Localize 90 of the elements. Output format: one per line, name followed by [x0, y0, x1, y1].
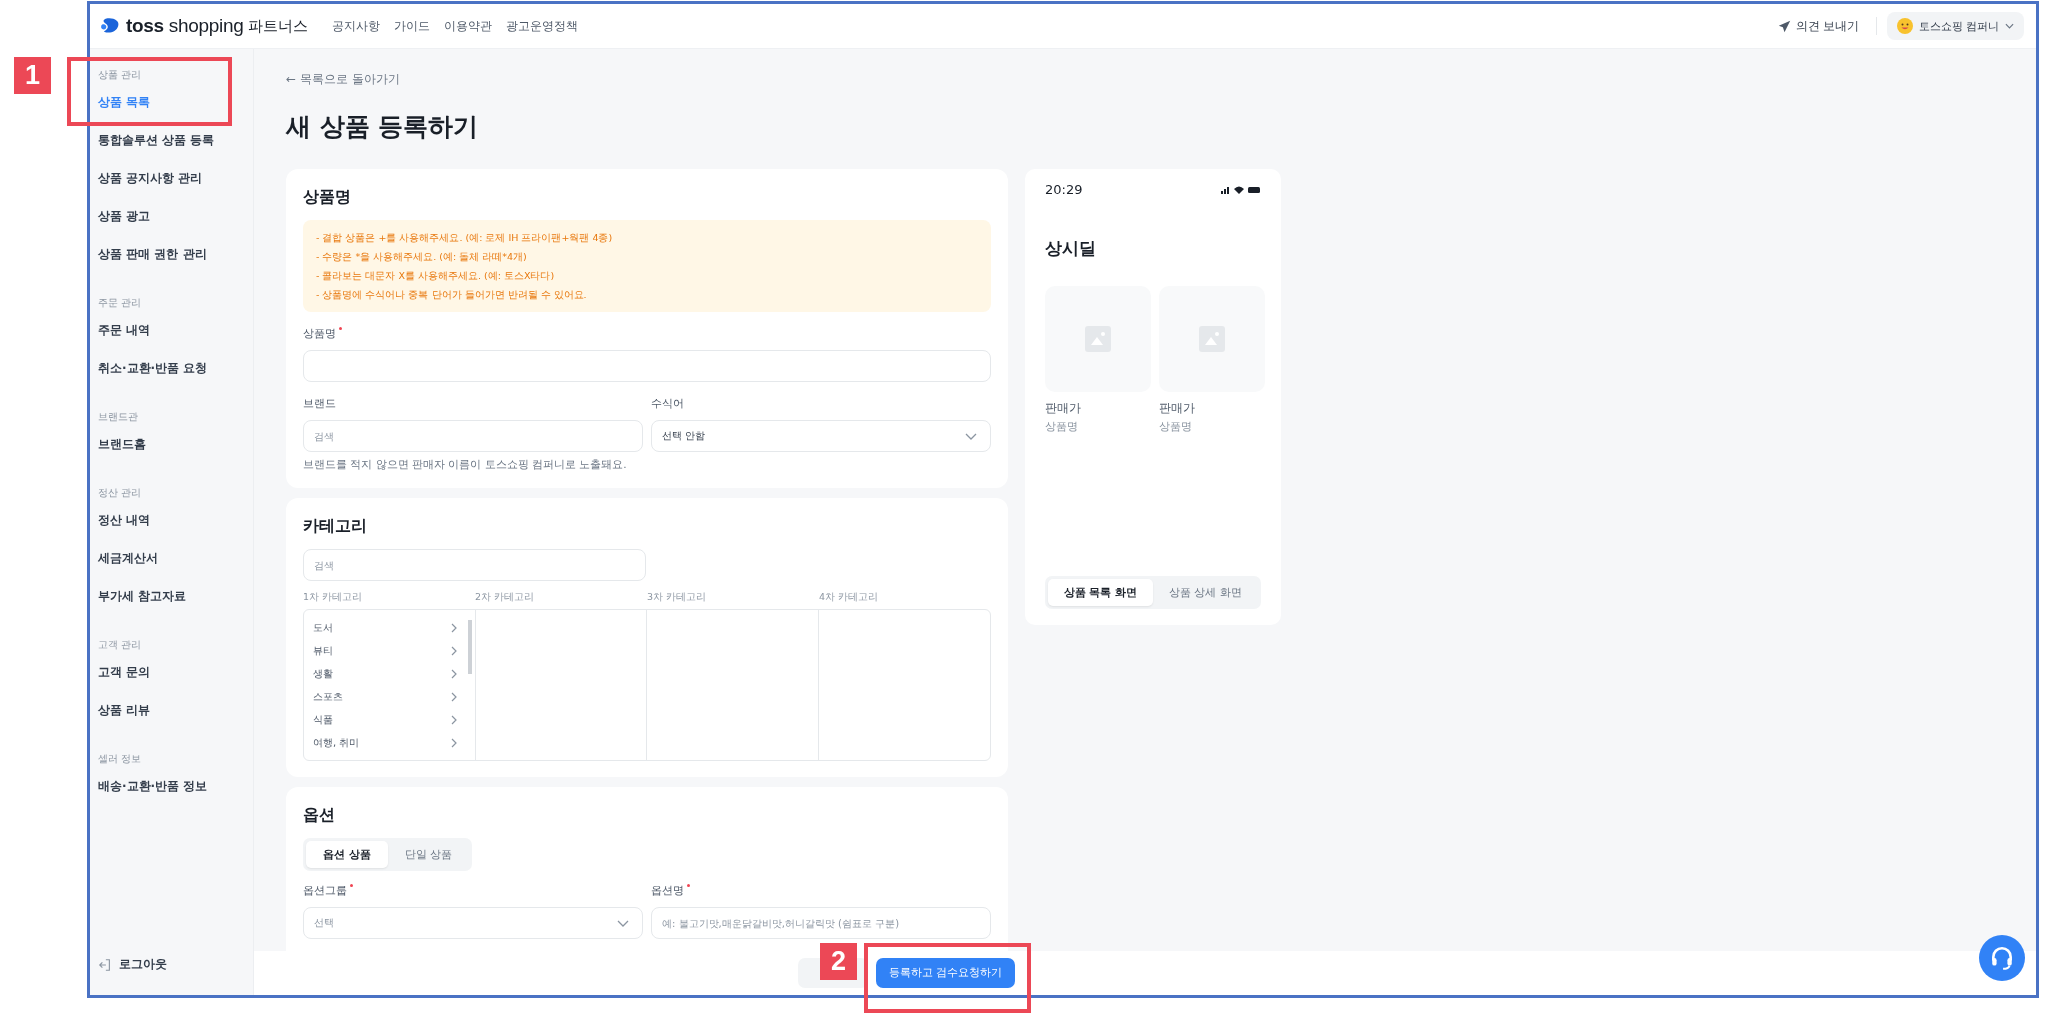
step-number: 1 — [14, 57, 51, 94]
nav-link[interactable]: 가이드 — [393, 17, 430, 35]
column-heading: 4차 카테고리 — [819, 591, 880, 604]
chevron-down-icon — [2005, 23, 2014, 29]
sidebar-item[interactable]: 세금계산서 — [98, 550, 253, 588]
select-field[interactable]: 선택 안함 — [651, 420, 991, 452]
chevron-right-icon — [450, 645, 457, 656]
field-label: 옵션그룹 — [303, 883, 347, 898]
sidebar-item[interactable]: 정산 내역 — [98, 512, 253, 550]
sidebar-item[interactable]: 상품 리뷰 — [98, 702, 253, 726]
field-label: 옵션명 — [651, 883, 684, 898]
section-heading: 카테고리 — [303, 516, 368, 537]
status-icons-drawing — [1221, 184, 1261, 195]
nav-link[interactable]: 광고운영정책 — [505, 17, 578, 35]
chevron-down-icon — [617, 919, 629, 927]
sidebar-section-title: 주문 관리 — [98, 296, 143, 310]
logo-suffix: 파트너스 — [247, 16, 308, 36]
product-name: 상품명 — [1159, 420, 1193, 434]
sidebar-item[interactable]: 통합솔루션 상품 등록 — [98, 132, 253, 170]
product-name: 상품명 — [1045, 420, 1079, 434]
smiley-icon — [1896, 18, 1913, 34]
section-heading: 옵션 — [303, 805, 336, 826]
feedback-button[interactable]: 의견 보내기 — [1771, 16, 1866, 36]
status-time: 20:29 — [1045, 182, 1083, 197]
required-dot-icon — [350, 884, 353, 887]
page-title: 새 상품 등록하기 — [286, 111, 480, 143]
sidebar-section-title: 상품 관리 — [98, 68, 143, 82]
category-item[interactable]: 생활 — [313, 662, 457, 685]
notice-text: - 콜라보는 대문자 X를 사용해주세요. (예: 토스X타다) — [316, 269, 556, 283]
sidebar-section-title: 셀러 정보 — [98, 752, 143, 766]
logout-icon — [98, 957, 112, 972]
step-number: 2 — [820, 943, 857, 980]
column-heading: 3차 카테고리 — [647, 591, 708, 604]
input-field[interactable]: 예: 불고기맛,매운닭갈비맛,허니갈릭맛 (쉼표로 구분) — [651, 907, 991, 939]
notice-text: - 결합 상품은 +를 사용해주세요. (예: 로제 IH 프라이팬+웍팬 4종) — [316, 231, 614, 245]
sidebar-item[interactable]: 상품 공지사항 관리 — [98, 170, 253, 208]
section-heading: 상품명 — [303, 187, 352, 208]
chevron-right-icon — [450, 737, 457, 748]
notice-text: - 상품명에 수식어나 중복 단어가 들어가면 반려될 수 있어요. — [316, 288, 588, 302]
hint-text: 브랜드를 적지 않으면 판매자 이름이 토스쇼핑 컴퍼니로 노출돼요. — [303, 458, 628, 472]
sidebar-section-title: 정산 관리 — [98, 486, 143, 500]
tab[interactable]: 단일 상품 — [387, 841, 469, 868]
send-icon — [1777, 19, 1791, 33]
notice-text: - 수량은 *을 사용해주세요. (예: 돌체 라떼*4개) — [316, 250, 528, 264]
chevron-right-icon — [450, 622, 457, 633]
sidebar-item[interactable]: 취소·교환·반품 요청 — [98, 360, 253, 384]
chevron-right-icon — [450, 714, 457, 725]
sidebar-item[interactable]: 주문 내역 — [98, 322, 253, 360]
input-field[interactable] — [303, 350, 991, 382]
sidebar-item[interactable]: 상품 광고 — [98, 208, 253, 246]
image-icon — [1085, 326, 1111, 352]
chevron-right-icon — [450, 691, 457, 702]
submit-button[interactable]: 등록하고 검수요청하기 — [876, 958, 1016, 988]
sidebar-item[interactable]: 배송·교환·반품 정보 — [98, 778, 253, 802]
sidebar-section-title: 브랜드관 — [98, 410, 139, 424]
required-dot-icon — [687, 884, 690, 887]
column-heading: 2차 카테고리 — [475, 591, 536, 604]
chevron-down-icon — [965, 432, 977, 440]
image-icon — [1199, 326, 1225, 352]
sidebar-item[interactable]: 부가세 참고자료 — [98, 588, 253, 612]
category-item[interactable]: 도서 — [313, 616, 457, 639]
account-button[interactable]: 토스쇼핑 컴퍼니 — [1886, 12, 2024, 40]
sidebar-item[interactable]: 브랜드홈 — [98, 436, 253, 460]
tab[interactable]: 상품 목록 화면 — [1048, 579, 1153, 606]
nav-link[interactable]: 공지사항 — [331, 17, 380, 35]
input-field[interactable]: 검색 — [303, 420, 643, 452]
field-label: 수식어 — [651, 396, 684, 411]
headset-icon — [1989, 945, 2015, 971]
logout-link[interactable]: 로그아웃 — [98, 956, 253, 973]
category-item[interactable]: 뷰티 — [313, 639, 457, 662]
sidebar-section-title: 고객 관리 — [98, 638, 143, 652]
search-field[interactable]: 검색 — [303, 549, 646, 581]
nav-link[interactable]: 이용약관 — [443, 17, 492, 35]
category-item[interactable]: 식품 — [313, 708, 457, 731]
chevron-right-icon — [450, 668, 457, 679]
required-dot-icon — [339, 327, 342, 330]
sidebar-item[interactable]: 상품 판매 권한 관리 — [98, 246, 253, 270]
tab[interactable]: 옵션 상품 — [306, 841, 388, 868]
product-price: 판매가 — [1045, 400, 1082, 417]
column-heading: 1차 카테고리 — [303, 591, 364, 604]
tab[interactable]: 상품 상세 화면 — [1153, 579, 1258, 606]
back-link[interactable]: ← 목록으로 돌아가기 — [286, 71, 2004, 88]
field-label: 브랜드 — [303, 396, 336, 411]
sidebar-item[interactable]: 고객 문의 — [98, 664, 253, 702]
category-item[interactable]: 여행, 취미 — [313, 731, 457, 754]
field-label: 상품명 — [303, 326, 336, 341]
product-price: 판매가 — [1159, 400, 1196, 417]
preview-title: 상시딜 — [1045, 237, 1097, 260]
category-item[interactable]: 스포츠 — [313, 685, 457, 708]
logo-text: toss shopping — [126, 15, 244, 37]
